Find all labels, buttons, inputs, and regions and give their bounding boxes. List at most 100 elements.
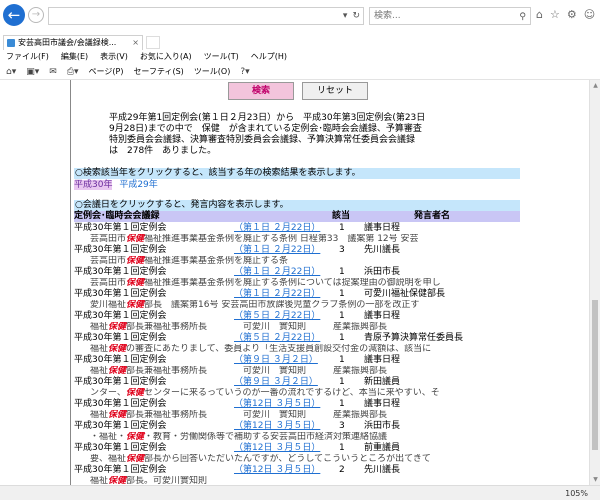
- close-tab-icon[interactable]: ×: [132, 36, 139, 50]
- snippet-pre: 芸高田市: [81, 234, 127, 244]
- scroll-down-icon[interactable]: ▼: [591, 475, 600, 484]
- results-table-header: 定例会･臨時会会議録 該当 発言者名: [74, 211, 520, 222]
- row-speaker: 浜田市長: [364, 421, 401, 431]
- browser-search-input[interactable]: 検索... ⚲: [369, 7, 531, 25]
- back-arrow-icon[interactable]: ←: [3, 4, 25, 26]
- snippet-pre: ンター、: [81, 388, 126, 398]
- smiley-icon[interactable]: ☺: [584, 8, 595, 21]
- row-speaker: 前重議員: [364, 443, 401, 453]
- row-count: 1: [339, 333, 345, 343]
- row-session: 平成30年第１回定例会: [74, 355, 167, 365]
- favorites-star-icon[interactable]: ☆: [550, 8, 560, 21]
- reset-button[interactable]: リセット: [302, 82, 368, 100]
- table-row: 平成30年第１回定例会 （第９日 ３月２日） 1 議事日程: [74, 355, 520, 366]
- row-date-link[interactable]: （第１日 ２月22日）: [234, 289, 320, 300]
- zoom-level[interactable]: 105%: [565, 487, 588, 500]
- scroll-thumb[interactable]: [592, 300, 598, 450]
- cmd-page[interactable]: ページ(P): [89, 64, 124, 80]
- snippet-post: 部長兼福祉事務所長 可愛川 實知則 産業振興部長: [126, 410, 388, 420]
- row-snippet: ンター、保健センターに来るっていうのが一番の流れでするけど、本当に来やすい、そ: [81, 388, 517, 399]
- summary-line: は 278件 ありました。: [109, 146, 217, 156]
- snippet-post: センターに来るっていうのが一番の流れでするけど、本当に来やすい、そ: [143, 388, 440, 398]
- content-panel: 検索 リセット 平成29年第1回定例会(第１日２月23日）から 平成30年第3回…: [70, 80, 520, 485]
- snippet-pre: 福祉: [81, 366, 109, 376]
- row-date-link[interactable]: （第12日 ３月５日）: [234, 399, 320, 410]
- search-button[interactable]: 検索: [228, 82, 294, 100]
- year-links: 平成30年 平成29年: [74, 180, 158, 191]
- row-session: 平成30年第１回定例会: [74, 377, 167, 387]
- menu-edit[interactable]: 編集(E): [61, 50, 88, 64]
- row-session: 平成30年第１回定例会: [74, 289, 167, 299]
- row-count: 1: [339, 399, 345, 409]
- print-icon[interactable]: ⎙▾: [67, 64, 79, 80]
- snippet-highlight: 保健: [108, 322, 127, 332]
- address-bar[interactable]: ▾ ↻: [48, 7, 364, 25]
- site-favicon-icon: [7, 39, 15, 47]
- row-session: 平成30年第１回定例会: [74, 333, 167, 343]
- home-icon[interactable]: ⌂: [536, 8, 543, 21]
- row-snippet: 福祉保健部長兼福祉事務所長 可愛川 實知則 産業振興部長: [81, 410, 517, 421]
- forward-arrow-icon[interactable]: →: [28, 7, 44, 23]
- row-date-link[interactable]: （第12日 ３月５日）: [234, 443, 320, 454]
- search-placeholder: 検索...: [374, 11, 401, 21]
- year-link-h30[interactable]: 平成30年: [74, 180, 113, 190]
- row-date-link[interactable]: （第９日 ３月２日）: [234, 355, 318, 366]
- row-speaker: 議事日程: [364, 355, 401, 365]
- chrome-icons: ⌂ ☆ ⚙ ☺: [536, 8, 595, 21]
- menu-tools[interactable]: ツール(T): [204, 50, 239, 64]
- row-date-link[interactable]: （第１日 ２月22日）: [234, 223, 320, 234]
- row-speaker: 新田議員: [364, 377, 401, 387]
- header-session: 定例会･臨時会会議録: [74, 211, 160, 221]
- snippet-highlight: 保健: [126, 234, 145, 244]
- menu-help[interactable]: ヘルプ(H): [251, 50, 287, 64]
- cmd-safety[interactable]: セーフティ(S): [133, 64, 183, 80]
- browser-tab[interactable]: 安芸高田市議会/会議録検... ×: [3, 35, 143, 50]
- row-date-link[interactable]: （第５日 ２月22日）: [234, 333, 320, 344]
- snippet-post: 部長兼福祉事務所長 可愛川 實知則 産業振興部長: [126, 322, 388, 332]
- snippet-post: の審査にあたりまして、委員より「生活支援員創設交付金の減額は、該当に: [126, 344, 432, 354]
- year-link-h29[interactable]: 平成29年: [119, 180, 157, 190]
- new-tab-button[interactable]: [146, 36, 160, 49]
- row-date-link[interactable]: （第12日 ３月５日）: [234, 421, 320, 432]
- help-icon[interactable]: ?▾: [240, 64, 249, 80]
- snippet-pre: 福祉: [81, 322, 109, 332]
- snippet-pre: 芸高田市: [81, 278, 127, 288]
- row-session: 平成30年第１回定例会: [74, 223, 167, 233]
- menu-file[interactable]: ファイル(F): [6, 50, 49, 64]
- row-date-link[interactable]: （第12日 ３月５日）: [234, 465, 320, 476]
- row-date-link[interactable]: （第５日 ２月22日）: [234, 311, 320, 322]
- menu-view[interactable]: 表示(V): [100, 50, 128, 64]
- row-speaker: 青原予算決算常任委員長: [364, 333, 464, 343]
- table-row: 平成30年第１回定例会 （第１日 ２月22日） 1 議事日程: [74, 223, 520, 234]
- gear-icon[interactable]: ⚙: [567, 8, 577, 21]
- row-date-link[interactable]: （第１日 ２月22日）: [234, 245, 320, 256]
- snippet-highlight: 保健: [126, 432, 145, 442]
- scroll-up-icon[interactable]: ▲: [591, 81, 600, 90]
- home-small-icon[interactable]: ⌂▾: [6, 64, 16, 80]
- snippet-highlight: 保健: [108, 410, 127, 420]
- vertical-scrollbar[interactable]: ▲ ▼: [589, 80, 600, 485]
- snippet-pre: 要、福祉: [81, 454, 127, 464]
- cmd-tools[interactable]: ツール(O): [194, 64, 231, 80]
- row-count: 1: [339, 377, 345, 387]
- snippet-pre: 芸高田市: [81, 256, 127, 266]
- snippet-pre: 福祉: [81, 344, 109, 354]
- row-count: 1: [339, 289, 345, 299]
- search-icon[interactable]: ⚲: [519, 9, 526, 25]
- mail-icon[interactable]: ✉: [49, 64, 57, 80]
- row-snippet: 福祉保健の審査にあたりまして、委員より「生活支援員創設交付金の減額は、該当に: [81, 344, 517, 355]
- summary-line: 特別委員会会議録、決算審査特別委員会会議録、予算決算常任委員会会議録: [109, 135, 416, 145]
- menu-favorites[interactable]: お気に入り(A): [140, 50, 192, 64]
- summary-line: 平成29年第1回定例会(第１日２月23日）から 平成30年第3回定例会(第23日: [109, 113, 426, 123]
- refresh-icon[interactable]: ↻: [352, 11, 360, 21]
- row-count: 1: [339, 223, 345, 233]
- feeds-icon[interactable]: ▣▾: [26, 64, 39, 80]
- row-date-link[interactable]: （第９日 ３月２日）: [234, 377, 318, 388]
- row-date-link[interactable]: （第１日 ２月22日）: [234, 267, 320, 278]
- summary-line: 9月28日)までの中で 保健 が含まれている定例会･臨時会会議録、予算審査: [109, 124, 422, 134]
- table-row: 平成30年第１回定例会 （第12日 ３月５日） 2 先川議長: [74, 465, 520, 476]
- snippet-post: 部長兼福祉事務所長 可愛川 實知則 産業振興部長: [126, 366, 388, 376]
- snippet-highlight: 保健: [108, 366, 127, 376]
- dropdown-icon[interactable]: ▾: [343, 11, 348, 21]
- button-row: 検索 リセット: [228, 82, 368, 100]
